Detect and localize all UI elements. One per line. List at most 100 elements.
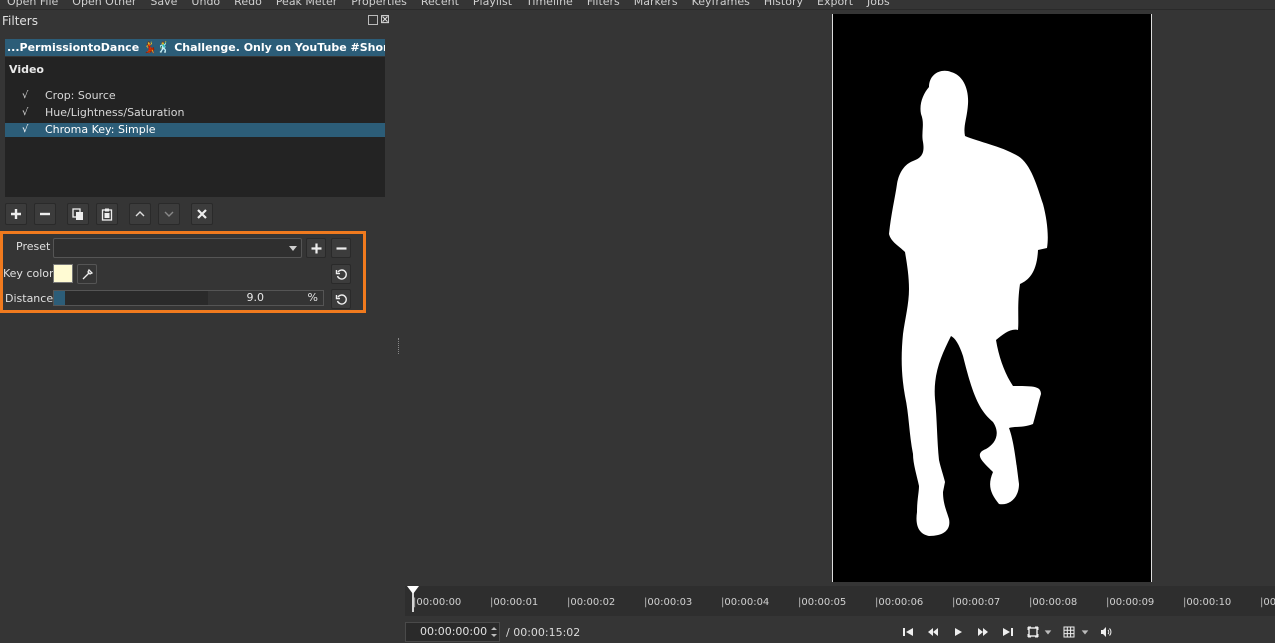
skip-previous-icon xyxy=(903,628,913,636)
filter-item-crop[interactable]: √ Crop: Source xyxy=(5,89,385,103)
chevron-up-icon xyxy=(135,211,145,217)
zoom-dropdown[interactable] xyxy=(1043,625,1053,639)
filter-enabled-checkbox[interactable]: √ xyxy=(22,89,28,103)
menubar-item[interactable]: Markers xyxy=(627,0,685,9)
grid-button[interactable] xyxy=(1061,625,1077,639)
play-button[interactable] xyxy=(950,625,966,639)
chevron-down-icon xyxy=(1081,630,1089,635)
reset-icon xyxy=(335,268,347,280)
distance-label: Distance xyxy=(5,292,54,305)
remove-icon xyxy=(40,212,50,216)
distance-slider[interactable]: 9.0 % xyxy=(53,290,324,306)
menubar-item[interactable]: Export xyxy=(810,0,860,9)
filter-enabled-checkbox[interactable]: √ xyxy=(22,106,28,120)
filters-panel: Filters ⊠ ...PermissiontoDance 💃🕺 Challe… xyxy=(0,11,392,643)
distance-value[interactable]: 9.0 xyxy=(214,291,265,305)
timeline-tick-label: 00:00:00 xyxy=(413,597,461,608)
filter-parameters-highlight: Preset Key color Distance 9.0 % xyxy=(0,231,366,313)
timeline-tick-label: 00:00:08 xyxy=(1029,597,1077,608)
delete-preset-button[interactable] xyxy=(331,238,351,258)
clip-name-label: ...PermissiontoDance 💃🕺 Challenge. Only … xyxy=(5,39,385,56)
reset-distance-button[interactable] xyxy=(331,289,351,309)
filter-toolbar xyxy=(5,202,220,226)
preset-dropdown[interactable] xyxy=(53,238,302,258)
timeline-tick-label: 00:00:06 xyxy=(875,597,923,608)
timeline-tick-label: 00:00:10 xyxy=(1183,597,1231,608)
filter-item-hue[interactable]: √ Hue/Lightness/Saturation xyxy=(5,106,385,120)
paste-icon xyxy=(101,208,113,221)
eyedropper-button[interactable] xyxy=(77,264,97,284)
menubar-item[interactable]: Timeline xyxy=(519,0,580,9)
filter-enabled-checkbox[interactable]: √ xyxy=(22,123,28,137)
copy-filters-button[interactable] xyxy=(67,203,89,225)
chevron-down-icon xyxy=(289,246,297,251)
grid-dropdown[interactable] xyxy=(1080,625,1090,639)
filter-item-chroma-key[interactable]: √ Chroma Key: Simple xyxy=(5,123,385,137)
volume-button[interactable] xyxy=(1098,625,1114,639)
zoom-button[interactable] xyxy=(1025,625,1041,639)
duration-label: / 00:00:15:02 xyxy=(506,626,581,639)
panel-title: Filters xyxy=(2,14,38,28)
save-preset-button[interactable] xyxy=(306,238,326,258)
reset-key-color-button[interactable] xyxy=(331,264,351,284)
app-window: Open File Open Other Save Undo Redo Peak Mete… xyxy=(0,0,1275,643)
close-icon xyxy=(197,209,207,219)
menubar-item[interactable]: Jobs xyxy=(860,0,897,9)
paste-filters-button[interactable] xyxy=(96,203,118,225)
filter-list[interactable]: Video √ Crop: Source √ Hue/Lightness/Sat… xyxy=(5,57,385,197)
key-color-label: Key color xyxy=(3,267,54,280)
timeline-tick-label: 00:00:09 xyxy=(1106,597,1154,608)
menubar-item[interactable]: Redo xyxy=(227,0,269,9)
dancer-silhouette xyxy=(889,70,1048,537)
timecode-spinner-icon[interactable] xyxy=(488,623,500,641)
timeline-tick-label: 00:00:03 xyxy=(644,597,692,608)
menubar-item[interactable]: Properties xyxy=(344,0,414,9)
chevron-down-icon xyxy=(1044,630,1052,635)
close-panel-icon[interactable]: ⊠ xyxy=(380,13,390,25)
play-icon xyxy=(955,628,962,636)
grid-icon xyxy=(1063,626,1075,638)
copy-icon xyxy=(72,208,83,220)
deselect-filter-button[interactable] xyxy=(191,203,213,225)
zoom-fit-icon xyxy=(1027,626,1039,638)
panel-splitter-handle[interactable] xyxy=(398,338,400,354)
remove-icon xyxy=(336,246,346,250)
fast-forward-icon xyxy=(978,628,988,636)
filter-item-label: Hue/Lightness/Saturation xyxy=(45,106,185,119)
timeline-tick-label: 00:00:02 xyxy=(567,597,615,608)
volume-icon xyxy=(1101,627,1112,637)
chevron-down-icon xyxy=(164,211,174,217)
filter-category-video: Video xyxy=(9,63,44,76)
key-color-swatch[interactable] xyxy=(53,264,73,283)
move-filter-down-button[interactable] xyxy=(158,203,180,225)
preset-label: Preset xyxy=(16,240,51,253)
add-filter-button[interactable] xyxy=(5,203,27,225)
menubar-item[interactable]: History xyxy=(757,0,810,9)
timeline-tick-label: 00:00:04 xyxy=(721,597,769,608)
skip-to-end-button[interactable] xyxy=(1000,625,1016,639)
video-viewer xyxy=(832,14,1152,582)
distance-slider-fill xyxy=(54,291,65,305)
move-filter-up-button[interactable] xyxy=(129,203,151,225)
timecode-input[interactable]: 00:00:00:00 xyxy=(405,622,500,642)
menubar-item[interactable]: Save xyxy=(143,0,184,9)
menubar-item[interactable]: Open File xyxy=(0,0,65,9)
reset-icon xyxy=(335,293,347,305)
menubar-item[interactable]: Undo xyxy=(184,0,227,9)
timeline-ruler[interactable]: 00:00:00 00:00:01 00:00:02 00:00:03 00:00:04… xyxy=(405,586,1275,616)
filter-item-label: Chroma Key: Simple xyxy=(45,123,156,136)
remove-filter-button[interactable] xyxy=(34,203,56,225)
menubar-item[interactable]: Open Other xyxy=(65,0,143,9)
rewind-icon xyxy=(928,628,938,636)
eyedropper-icon xyxy=(82,268,93,279)
menubar-item[interactable]: Peak Meter xyxy=(269,0,344,9)
menubar-item[interactable]: Recent xyxy=(414,0,466,9)
fast-forward-button[interactable] xyxy=(975,625,991,639)
skip-to-start-button[interactable] xyxy=(900,625,916,639)
menubar-item[interactable]: Playlist xyxy=(466,0,519,9)
skip-next-icon xyxy=(1003,628,1013,636)
menubar-item[interactable]: Keyframes xyxy=(685,0,757,9)
float-panel-icon[interactable] xyxy=(368,15,378,25)
menubar-item[interactable]: Filters xyxy=(580,0,627,9)
rewind-button[interactable] xyxy=(925,625,941,639)
